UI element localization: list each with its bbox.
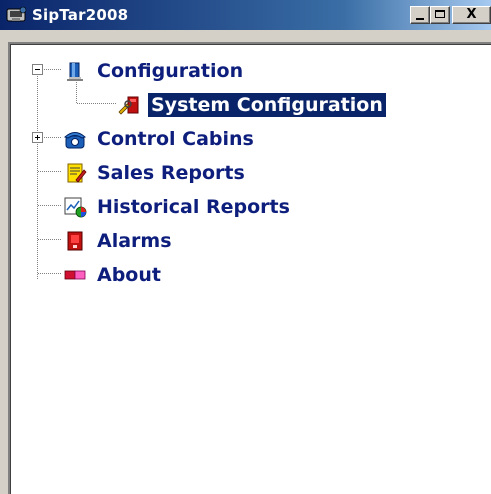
title-bar[interactable]: SipTar2008 X xyxy=(0,0,491,30)
close-button[interactable]: X xyxy=(452,6,491,24)
tree-item-label: Control Cabins xyxy=(97,128,254,150)
tree-item-system-configuration[interactable]: System Configuration xyxy=(116,90,387,120)
tree-item-label: System Configuration xyxy=(147,92,387,118)
about-icon xyxy=(64,270,86,280)
close-icon: X xyxy=(466,7,477,22)
tree-item-label: Sales Reports xyxy=(97,162,245,184)
tree-item-label: Configuration xyxy=(97,60,244,82)
tree-item-configuration[interactable]: Configuration xyxy=(62,56,246,86)
tree-item-historical-reports[interactable]: Historical Reports xyxy=(62,192,293,222)
collapse-configuration-toggle[interactable] xyxy=(32,64,43,75)
navigation-tree[interactable]: Configuration System Configuration Contr… xyxy=(8,42,491,494)
book-icon xyxy=(67,62,83,81)
tree-item-control-cabins[interactable]: Control Cabins xyxy=(62,124,257,154)
maximize-icon xyxy=(435,10,445,18)
expand-control-cabins-toggle[interactable] xyxy=(32,132,43,143)
tree-item-sales-reports[interactable]: Sales Reports xyxy=(62,158,248,188)
app-icon xyxy=(6,6,27,22)
tree-item-alarms[interactable]: Alarms xyxy=(62,226,175,256)
alarm-icon xyxy=(67,231,83,251)
window-title: SipTar2008 xyxy=(32,6,129,24)
tree-item-label: Alarms xyxy=(97,230,172,252)
minimize-icon xyxy=(416,18,424,20)
tree-item-label: About xyxy=(97,264,161,286)
tree-item-label: Historical Reports xyxy=(97,196,290,218)
maximize-button[interactable] xyxy=(430,6,450,24)
minimize-button[interactable] xyxy=(410,6,430,24)
telephone-icon xyxy=(64,132,86,149)
app-window: SipTar2008 X Configuration System Config… xyxy=(0,0,491,494)
report-icon xyxy=(67,163,87,183)
tools-icon xyxy=(118,96,139,115)
tree-item-about[interactable]: About xyxy=(62,260,164,290)
chart-icon xyxy=(64,197,87,218)
